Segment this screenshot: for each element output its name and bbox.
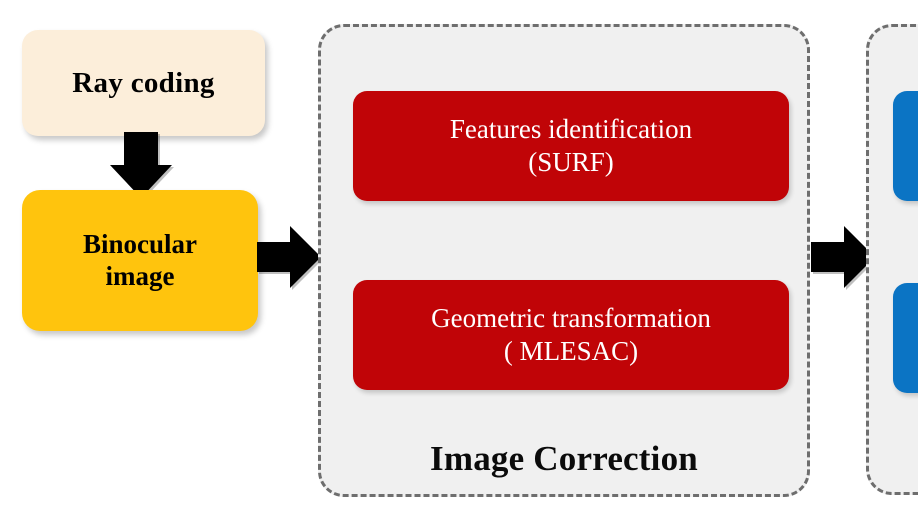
step-geometric-transformation: Geometric transformation ( MLESAC): [353, 280, 789, 390]
node-ray-coding-label: Ray coding: [72, 66, 215, 99]
step-features-identification-line2: (SURF): [528, 147, 614, 177]
node-binocular-image: Binocular image: [22, 190, 258, 331]
node-binocular-image-label: Binocular image: [83, 229, 197, 293]
node-binocular-image-label-line2: image: [105, 260, 175, 291]
panel-next-stage: [866, 24, 918, 495]
step-features-identification: Features identification (SURF): [353, 91, 789, 201]
step-geometric-transformation-line2: ( MLESAC): [503, 336, 639, 366]
arrow-binocular-image-to-image-correction: [257, 226, 323, 290]
arrow-right-icon: [257, 226, 323, 290]
step-next-stage-bottom: [893, 283, 918, 393]
step-next-stage-top: [893, 91, 918, 201]
flowchart-canvas: Ray coding Binocular image Features iden…: [0, 0, 918, 517]
step-features-identification-line1: Features identification: [449, 114, 693, 145]
panel-image-correction-title: Image Correction: [430, 439, 698, 478]
node-binocular-image-label-line1: Binocular: [82, 228, 197, 259]
node-ray-coding: Ray coding: [22, 30, 265, 136]
step-geometric-transformation-line1: Geometric transformation: [431, 303, 711, 334]
panel-image-correction: Features identification (SURF) Geometric…: [318, 24, 810, 497]
step-geometric-transformation-label: Geometric transformation ( MLESAC): [431, 302, 711, 368]
step-features-identification-label: Features identification (SURF): [450, 113, 692, 179]
